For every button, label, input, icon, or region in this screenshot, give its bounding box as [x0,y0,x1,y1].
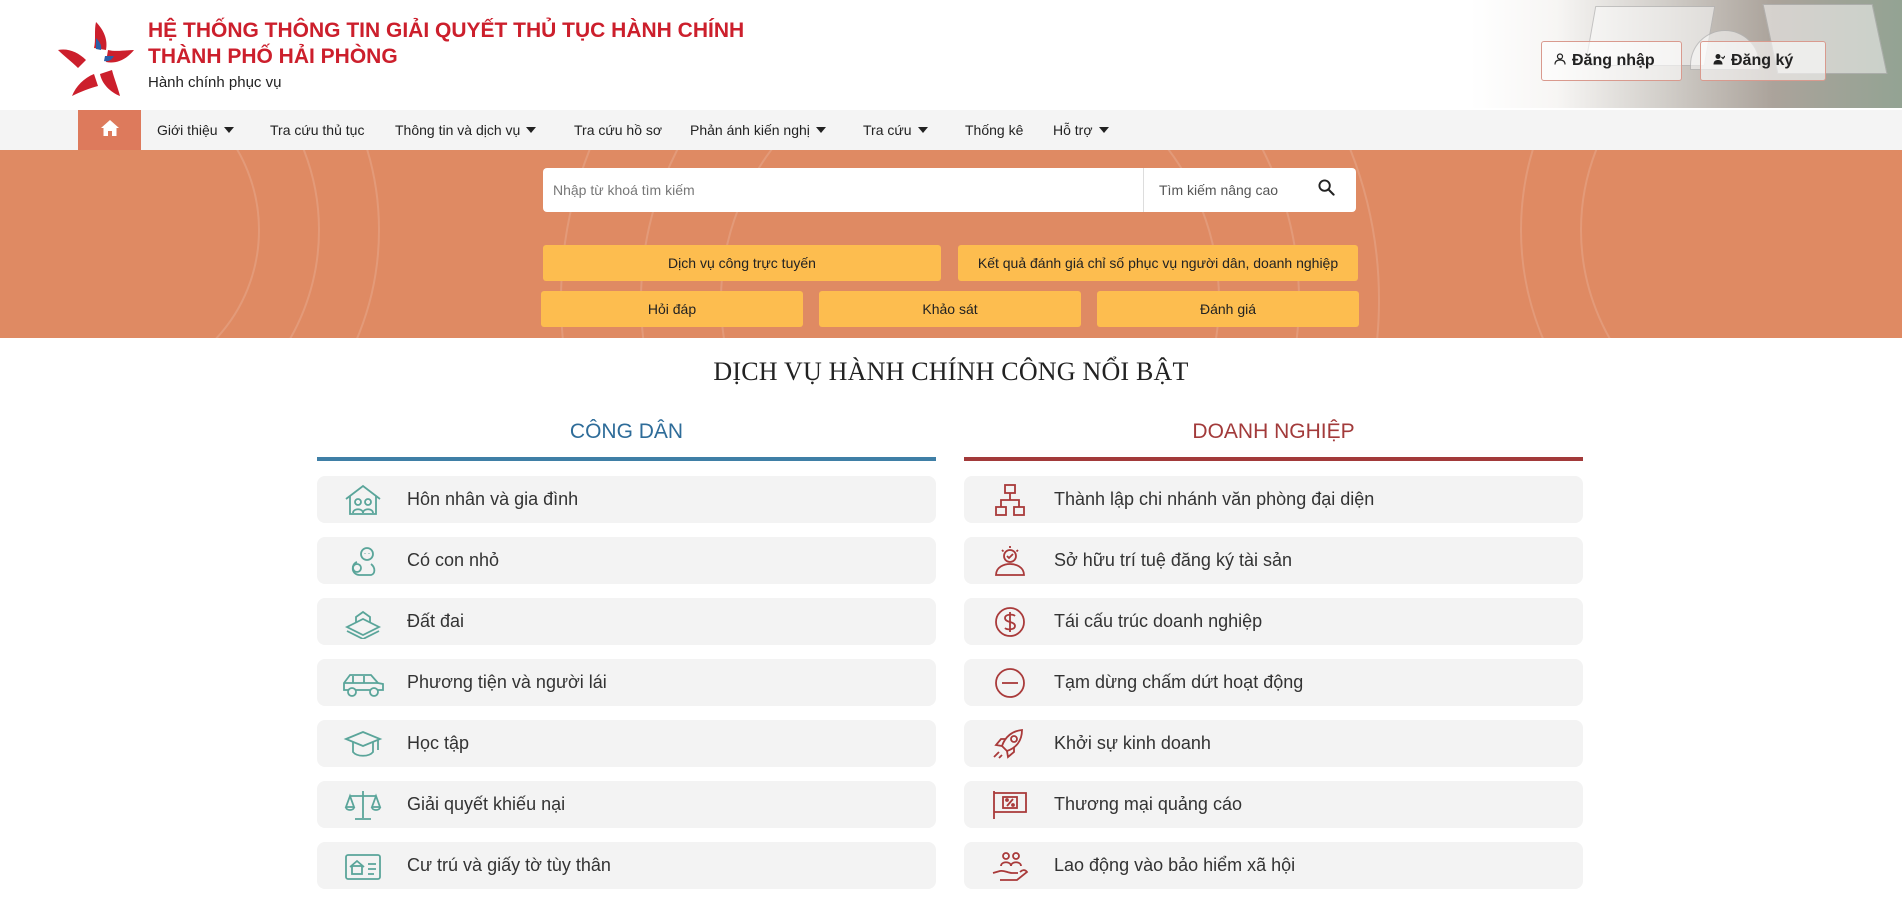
business-service-item[interactable]: Tái cấu trúc doanh nghiệp [964,598,1583,645]
nav-item-label: Giới thiệu [157,122,218,138]
citizen-service-item[interactable]: Giải quyết khiếu nại [317,781,936,828]
site-title-line1: HỆ THỐNG THÔNG TIN GIẢI QUYẾT THỦ TỤC HÀ… [148,19,745,42]
nav-item-ho-tro[interactable]: Hỗ trợ [1053,110,1109,150]
business-service-item[interactable]: Lao động vào bảo hiểm xã hội [964,842,1583,889]
id-card-icon [341,848,385,884]
search-button[interactable] [1296,168,1356,212]
search-icon [1317,179,1335,201]
service-label: Tạm dừng chấm dứt hoạt động [1054,672,1304,692]
qa-button[interactable]: Hỏi đáp [541,291,803,327]
citizen-service-item[interactable]: Học tập [317,720,936,767]
nav-item-label: Tra cứu [863,122,912,138]
evaluation-results-button[interactable]: Kết quả đánh giá chỉ số phục vụ người dâ… [958,245,1358,281]
nav-item-label: Thông tin và dịch vụ [395,122,521,138]
business-service-item[interactable]: Tạm dừng chấm dứt hoạt động [964,659,1583,706]
caret-down-icon [815,127,826,133]
hand-people-icon [988,848,1032,884]
citizen-column-title[interactable]: CÔNG DÂN [317,420,936,444]
service-label: Có con nhỏ [407,550,500,570]
service-label: Hôn nhân và gia đình [407,489,579,509]
service-label: Học tập [407,733,470,753]
login-label: Đăng nhập [1572,52,1655,69]
service-label: Giải quyết khiếu nại [407,794,566,814]
business-service-item[interactable]: Thành lập chi nhánh văn phòng đại diện [964,476,1583,523]
service-label: Khởi sự kinh doanh [1054,733,1211,753]
caret-down-icon [917,127,928,133]
site-header: HỆ THỐNG THÔNG TIN GIẢI QUYẾT THỦ TỤC HÀ… [0,0,1902,110]
nav-item-label: Phản ánh kiến nghị [690,122,810,138]
rating-button[interactable]: Đánh giá [1097,291,1359,327]
scales-icon [341,787,385,823]
family-house-icon [341,482,385,518]
advanced-search-button[interactable]: Tìm kiếm nâng cao [1144,168,1296,212]
nav-item-phan-anh-kien-nghi[interactable]: Phản ánh kiến nghị [690,110,826,150]
register-button[interactable]: Đăng ký [1700,41,1826,81]
service-label: Thương mại quảng cáo [1054,794,1242,814]
site-slogan: Hành chính phục vụ [148,74,282,91]
business-service-item[interactable]: Khởi sự kinh doanh [964,720,1583,767]
baby-icon [341,543,385,579]
home-icon [100,119,120,142]
service-label: Phương tiện và người lái [407,672,607,692]
business-service-item[interactable]: Thương mại quảng cáo [964,781,1583,828]
service-label: Lao động vào bảo hiểm xã hội [1054,855,1296,875]
caret-down-icon [1098,127,1109,133]
nav-item-thong-tin-dich-vu[interactable]: Thông tin và dịch vụ [395,110,537,150]
nav-home[interactable] [78,110,141,150]
nav-item-label: Tra cứu thủ tục [270,122,365,138]
register-label: Đăng ký [1731,52,1794,69]
user-check-icon [1713,52,1726,70]
land-icon [341,604,385,640]
main-nav: Giới thiệu Tra cứu thủ tục Thông tin và … [0,110,1902,150]
caret-down-icon [223,127,234,133]
citizen-column-underline [317,457,936,461]
featured-services-title: DỊCH VỤ HÀNH CHÍNH CÔNG NỔI BẬT [713,357,1189,386]
service-label: Tái cấu trúc doanh nghiệp [1054,611,1263,631]
graduation-cap-icon [341,726,385,762]
citizen-service-item[interactable]: Cư trú và giấy tờ tùy thân [317,842,936,889]
citizen-service-item[interactable]: Có con nhỏ [317,537,936,584]
site-logo[interactable] [56,20,136,98]
search-input[interactable] [543,168,1143,212]
survey-button[interactable]: Khảo sát [819,291,1081,327]
service-label: Sở hữu trí tuệ đăng ký tài sản [1054,550,1292,570]
business-column-underline [964,457,1583,461]
nav-item-label: Hỗ trợ [1053,122,1093,138]
site-title-line2: THÀNH PHỐ HẢI PHÒNG [148,45,398,68]
user-icon [1554,52,1566,70]
car-icon [341,665,385,701]
search-box: Tìm kiếm nâng cao [543,168,1356,212]
org-chart-icon [988,482,1032,518]
nav-item-tra-cuu-ho-so[interactable]: Tra cứu hồ sơ [574,110,662,150]
intellectual-property-icon [988,543,1032,579]
caret-down-icon [526,127,537,133]
nav-item-gioi-thieu[interactable]: Giới thiệu [157,110,234,150]
service-label: Đất đai [407,611,465,631]
site-title[interactable]: HỆ THỐNG THÔNG TIN GIẢI QUYẾT THỦ TỤC HÀ… [148,18,744,70]
citizen-service-item[interactable]: Phương tiện và người lái [317,659,936,706]
citizen-service-item[interactable]: Hôn nhân và gia đình [317,476,936,523]
discount-sign-icon [988,787,1032,823]
business-column-title[interactable]: DOANH NGHIỆP [964,420,1583,444]
dollar-circle-icon [988,604,1032,640]
online-services-button[interactable]: Dịch vụ công trực tuyến [543,245,941,281]
page: HỆ THỐNG THÔNG TIN GIẢI QUYẾT THỦ TỤC HÀ… [0,0,1902,909]
header-background-image [1470,0,1902,108]
service-label: Cư trú và giấy tờ tùy thân [407,855,611,875]
service-label: Thành lập chi nhánh văn phòng đại diện [1054,489,1375,509]
nav-item-label: Tra cứu hồ sơ [574,122,663,138]
nav-item-tra-cuu[interactable]: Tra cứu [863,110,928,150]
nav-item-tra-cuu-thu-tuc[interactable]: Tra cứu thủ tục [270,110,364,150]
stop-circle-icon [988,665,1032,701]
citizen-service-item[interactable]: Đất đai [317,598,936,645]
business-service-item[interactable]: Sở hữu trí tuệ đăng ký tài sản [964,537,1583,584]
nav-item-label: Thống kê [965,122,1024,138]
rocket-icon [988,726,1032,762]
login-button[interactable]: Đăng nhập [1541,41,1682,81]
nav-item-thong-ke[interactable]: Thống kê [965,110,1023,150]
